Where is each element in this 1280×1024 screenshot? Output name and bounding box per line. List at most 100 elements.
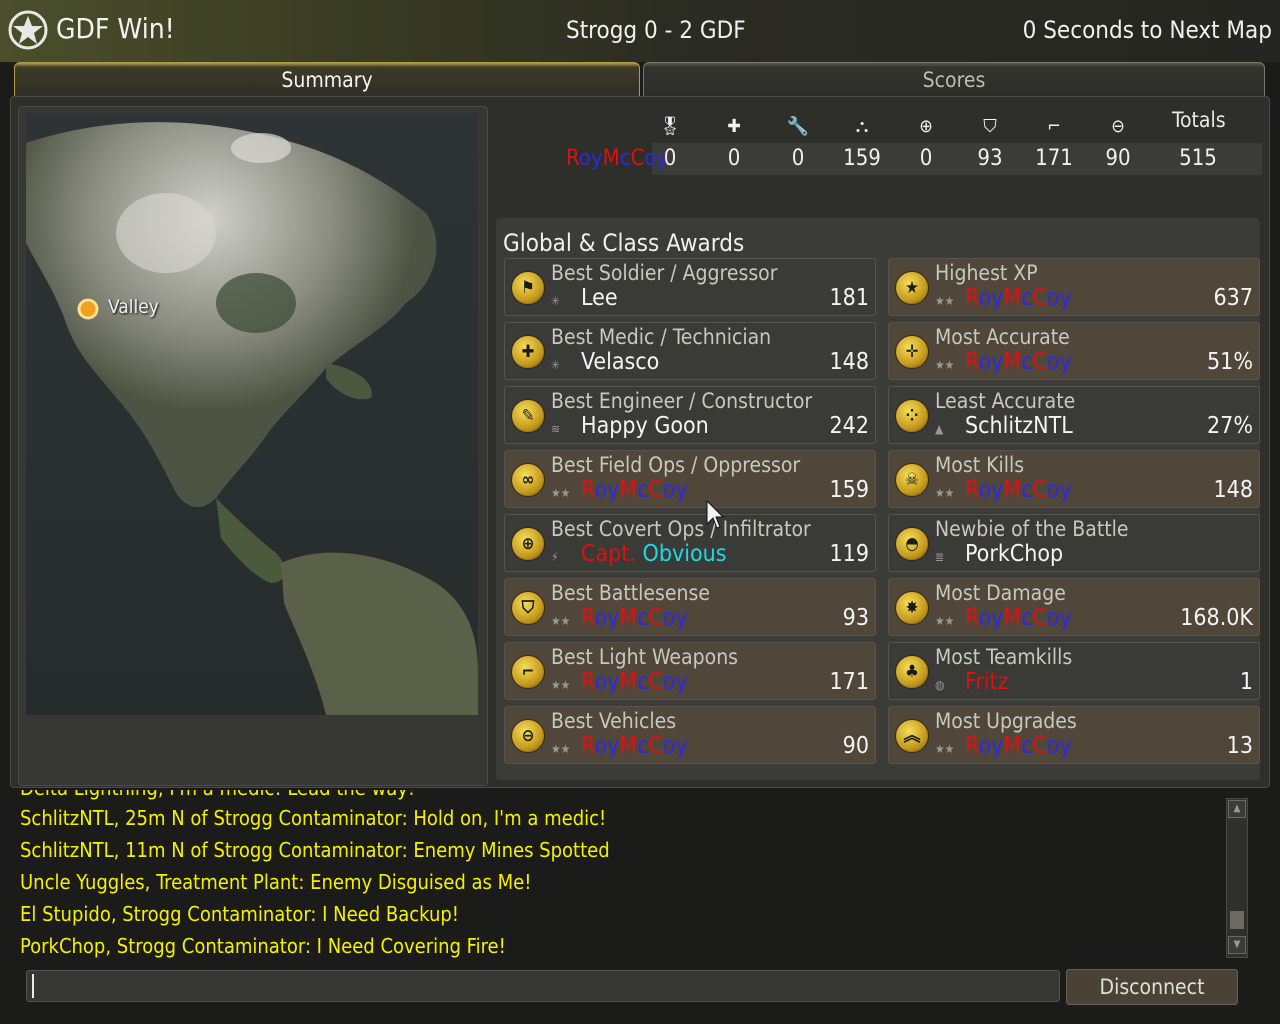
name-part: c [619,146,631,171]
award-title: Best Soldier / Aggressor [551,261,778,285]
award-value: 13 [1226,733,1253,759]
award-value: 242 [829,413,870,439]
name-part: R [566,146,579,171]
tab-summary[interactable]: Summary [14,62,640,97]
pistol-icon: ⌐ [1047,116,1061,137]
explosion-icon: ✸ [895,591,929,625]
award-title: Best Field Ops / Oppressor [551,453,801,477]
award-title: Most Damage [935,581,1066,605]
scroll-thumb[interactable] [1230,911,1244,929]
award-player: RoyMcCoy [581,605,688,631]
two-stars-icon: ★★ [935,294,955,308]
match-score: Strogg 0 - 2 GDF [566,16,746,44]
two-stars-icon: ★★ [935,486,955,500]
binoculars-icon: ∞ [511,463,545,497]
award-card: ⊖ Best Vehicles ★★ RoyMcCoy 90 [504,706,876,764]
skull-icon: ☠ [895,463,929,497]
award-card: ︽ Most Upgrades ★★ RoyMcCoy 13 [888,706,1260,764]
score-cell: 90 [1105,146,1131,171]
award-player: Happy Goon [581,413,709,439]
award-card: ⚑ Best Soldier / Aggressor ✳ Lee 181 [504,258,876,316]
score-cell: 93 [977,146,1003,171]
award-title: Most Upgrades [935,709,1077,733]
award-card: ★ Highest XP ★★ RoyMcCoy 637 [888,258,1260,316]
award-card: ∞ Best Field Ops / Oppressor ★★ RoyMcCoy… [504,450,876,508]
award-title: Best Light Weapons [551,645,739,669]
mouse-cursor-icon [706,500,724,529]
match-result-title: GDF Win! [56,12,175,45]
star-badge-icon: ✳ [551,358,561,372]
award-value: 51% [1207,349,1253,375]
award-card: ✚ Best Medic / Technician ✳ Velasco 148 [504,322,876,380]
tab-scores[interactable]: Scores [643,62,1265,97]
award-card: ✸ Most Damage ★★ RoyMcCoy 168.0K [888,578,1260,636]
next-map-timer: 0 Seconds to Next Map [1022,16,1272,44]
disconnect-button[interactable]: Disconnect [1066,969,1238,1005]
award-title: Most Teamkills [935,645,1073,669]
score-cell: 171 [1035,146,1073,171]
globe-badge-icon: ◍ [935,678,945,692]
award-value: 119 [829,541,870,567]
wings-badge-icon: ≋ [551,422,561,436]
star-badge-icon: ✳ [551,294,561,308]
award-player: RoyMcCoy [965,285,1072,311]
shield-icon: ⛉ [511,591,545,625]
two-stars-icon: ★★ [551,742,571,756]
award-card: ✎ Best Engineer / Constructor ≋ Happy Go… [504,386,876,444]
chat-line: PorkChop, Strogg Contaminator: I Need Co… [20,934,506,958]
tree-icon: ♣ [895,655,929,689]
award-value: 168.0K [1180,605,1253,631]
score-cell: 0 [663,146,677,171]
scroll-down-arrow-icon[interactable]: ▼ [1228,936,1246,954]
scroll-up-arrow-icon[interactable]: ▲ [1228,800,1246,818]
two-stars-icon: ★★ [935,742,955,756]
award-title: Best Vehicles [551,709,677,733]
score-total: 515 [1179,146,1217,171]
award-value: 171 [829,669,870,695]
award-title: Least Accurate [935,389,1076,413]
medic-cross-icon: ✚ [511,335,545,369]
award-title: Newbie of the Battle [935,517,1129,541]
two-stars-icon: ★★ [935,358,955,372]
award-title: Most Kills [935,453,1025,477]
award-title: Best Medic / Technician [551,325,772,349]
wrench-icon: 🔧 [786,116,810,137]
score-cell: 0 [727,146,741,171]
awards-title: Global & Class Awards [503,229,745,257]
award-card: ☠ Most Kills ★★ RoyMcCoy 148 [888,450,1260,508]
shield-icon: ⛉ [983,116,997,137]
award-value: 148 [1213,477,1254,503]
award-player: Capt. Obvious [581,541,727,567]
chevrons-up-icon: ︽ [895,719,929,753]
two-stars-icon: ★★ [551,678,571,692]
wing-badge-icon: ⚡ [551,550,559,564]
chat-input[interactable] [26,970,1060,1002]
award-card: ⌐ Best Light Weapons ★★ RoyMcCoy 171 [504,642,876,700]
score-cell: 0 [791,146,805,171]
award-title: Best Battlesense [551,581,710,605]
wrench-icon: ✎ [511,399,545,433]
award-value: 1 [1239,669,1253,695]
chevron-badge-icon: ▲ [935,422,944,436]
award-player: Fritz [965,669,1009,695]
wheel-icon: ⊖ [511,719,545,753]
award-player: RoyMcCoy [965,605,1072,631]
award-card: ⛉ Best Battlesense ★★ RoyMcCoy 93 [504,578,876,636]
binoculars-icon: ⛬ [855,116,869,137]
award-title: Most Accurate [935,325,1070,349]
chat-line: SchlitzNTL, 11m N of Strogg Contaminator… [20,838,610,862]
chat-line: Uncle Yuggles, Treatment Plant: Enemy Di… [20,870,532,894]
chat-line: SchlitzNTL, 25m N of Strogg Contaminator… [20,806,607,830]
chat-scrollbar[interactable]: ▲ ▼ [1226,798,1248,958]
pistol-icon: ⌐ [511,655,545,689]
two-stars-icon: ★★ [935,614,955,628]
award-value: 90 [842,733,869,759]
award-player: RoyMcCoy [581,733,688,759]
score-cell: 0 [919,146,933,171]
award-card: ♣ Most Teamkills ◍ Fritz 1 [888,642,1260,700]
world-map [26,113,478,715]
medic-cross-icon: ✚ [727,116,741,137]
text-caret [32,974,34,998]
name-part: M [602,146,620,171]
chat-line: Delta Lightning, I'm a medic! Lead the w… [20,790,415,800]
